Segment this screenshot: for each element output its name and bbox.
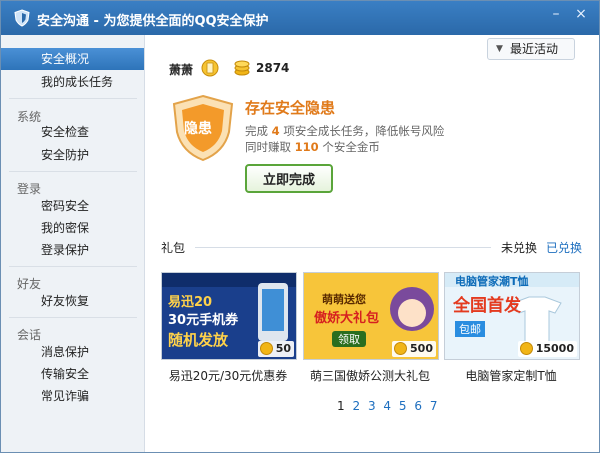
coin-count: 2874 (256, 61, 290, 75)
page-link[interactable]: 6 (414, 399, 422, 413)
sidebar-item-password-security[interactable]: 密码安全 (1, 195, 144, 217)
vip-badge-icon (201, 59, 219, 77)
task-count: 4 (271, 124, 280, 138)
gifts-heading: 礼包 (161, 241, 186, 255)
sidebar-item-label: 登录保护 (41, 243, 90, 257)
gift-title[interactable]: 易迅20元/30元优惠券 (161, 367, 295, 384)
price-value: 15000 (535, 342, 574, 355)
warning-badge-text: 隐患 (184, 121, 212, 137)
gift-card[interactable]: 电脑管家潮T恤 全国首发 包邮 15000 (444, 272, 580, 360)
window-title: 安全沟通 - 为您提供全面的QQ安全保护 (37, 14, 269, 29)
gift-art-text: 傲娇大礼包 (314, 311, 380, 326)
pagination: 1 2 3 4 5 6 7 (337, 399, 441, 413)
coin-price-badge: 50 (257, 341, 294, 357)
sidebar-item-security-protection[interactable]: 安全防护 (1, 144, 144, 166)
sidebar-item-friend-recovery[interactable]: 好友恢复 (1, 290, 144, 312)
app-window: 安全沟通 - 为您提供全面的QQ安全保护 – × 安全概况 我的成长任务 系统 … (0, 0, 600, 453)
sidebar-item-label: 我的成长任务 (41, 75, 114, 89)
reward-description: 同时赚取 110 个安全金币 (245, 139, 380, 155)
title-bar[interactable]: 安全沟通 - 为您提供全面的QQ安全保护 – × (1, 1, 599, 35)
gift-art-text: 包邮 (455, 321, 485, 337)
sidebar-divider (9, 171, 137, 172)
reward-text: 个安全金币 (322, 140, 380, 154)
gift-title[interactable]: 萌三国傲娇公测大礼包 (303, 367, 437, 384)
gift-card[interactable]: 萌萌送您 傲娇大礼包 领取 500 (303, 272, 439, 360)
gift-art-text: 领取 (332, 331, 366, 347)
sidebar-item-my-protection[interactable]: 我的密保 (1, 217, 144, 239)
sidebar-item-login-protection[interactable]: 登录保护 (1, 239, 144, 261)
reward-amount: 110 (294, 140, 319, 154)
sidebar-item-transfer-security[interactable]: 传输安全 (1, 363, 144, 385)
sidebar-item-label: 安全检查 (41, 125, 90, 139)
sidebar-item-label: 安全防护 (41, 148, 90, 162)
close-button[interactable]: × (571, 5, 591, 23)
gift-card[interactable]: 易迅20 30元手机券 随机发放 50 (161, 272, 297, 360)
task-description: 完成 4 项安全成长任务，降低帐号风险 (245, 123, 444, 139)
page-link[interactable]: 3 (368, 399, 376, 413)
sidebar-divider (9, 98, 137, 99)
sidebar-item-label: 我的密保 (41, 221, 90, 235)
sidebar-item-security-check[interactable]: 安全检查 (1, 121, 144, 143)
page-link[interactable]: 1 (337, 399, 345, 413)
shield-icon (14, 9, 30, 27)
gold-coin-icon (234, 60, 250, 76)
gift-art-text: 萌萌送您 (322, 293, 366, 306)
sidebar-item-label: 密码安全 (41, 199, 90, 213)
page-link[interactable]: 2 (352, 399, 360, 413)
sidebar-item-common-fraud[interactable]: 常见诈骗 (1, 385, 144, 407)
sidebar-item-label: 好友恢复 (41, 294, 90, 308)
tab-redeemed[interactable]: 已兑换 (546, 239, 582, 256)
page-link[interactable]: 5 (399, 399, 407, 413)
coin-price-badge: 15000 (517, 341, 577, 357)
tab-unredeemed[interactable]: 未兑换 (501, 239, 537, 256)
gift-art-text: 电脑管家潮T恤 (455, 275, 529, 288)
recent-activity-button[interactable]: ▼ 最近活动 (487, 38, 575, 60)
complete-now-button[interactable]: 立即完成 (245, 164, 333, 193)
sidebar-item-label: 传输安全 (41, 367, 90, 381)
chevron-down-icon: ▼ (496, 44, 503, 54)
sidebar-item-message-protection[interactable]: 消息保护 (1, 341, 144, 363)
coin-icon (259, 342, 273, 355)
price-value: 50 (275, 342, 291, 355)
price-value: 500 (410, 342, 433, 355)
task-text: 项安全成长任务，降低帐号风险 (283, 124, 445, 138)
sidebar-item-growth-tasks[interactable]: 我的成长任务 (1, 71, 144, 93)
coin-icon (394, 342, 408, 355)
gift-art-text: 随机发放 (168, 331, 229, 349)
page-link[interactable]: 7 (430, 399, 438, 413)
user-name: 萧萧 (169, 63, 194, 77)
reward-text: 同时赚取 (245, 140, 291, 154)
gift-title[interactable]: 电脑管家定制T恤 (444, 367, 578, 384)
sidebar-item-overview[interactable]: 安全概况 (1, 48, 144, 70)
gifts-divider (195, 247, 491, 248)
gift-art-text: 30元手机券 (168, 313, 239, 328)
sidebar-item-label: 安全概况 (41, 52, 90, 66)
task-text: 完成 (245, 124, 268, 138)
page-link[interactable]: 4 (383, 399, 391, 413)
gift-art-text: 全国首发 (453, 296, 521, 316)
recent-activity-label: 最近活动 (510, 42, 559, 56)
sidebar-divider (9, 317, 137, 318)
status-title: 存在安全隐患 (245, 99, 336, 117)
gift-art-text: 易迅20 (168, 295, 213, 310)
sidebar-divider (9, 266, 137, 267)
coin-icon (519, 342, 533, 355)
coin-price-badge: 500 (392, 341, 436, 357)
sidebar-item-label: 常见诈骗 (41, 389, 90, 403)
sidebar-item-label: 消息保护 (41, 345, 90, 359)
minimize-button[interactable]: – (546, 5, 566, 23)
